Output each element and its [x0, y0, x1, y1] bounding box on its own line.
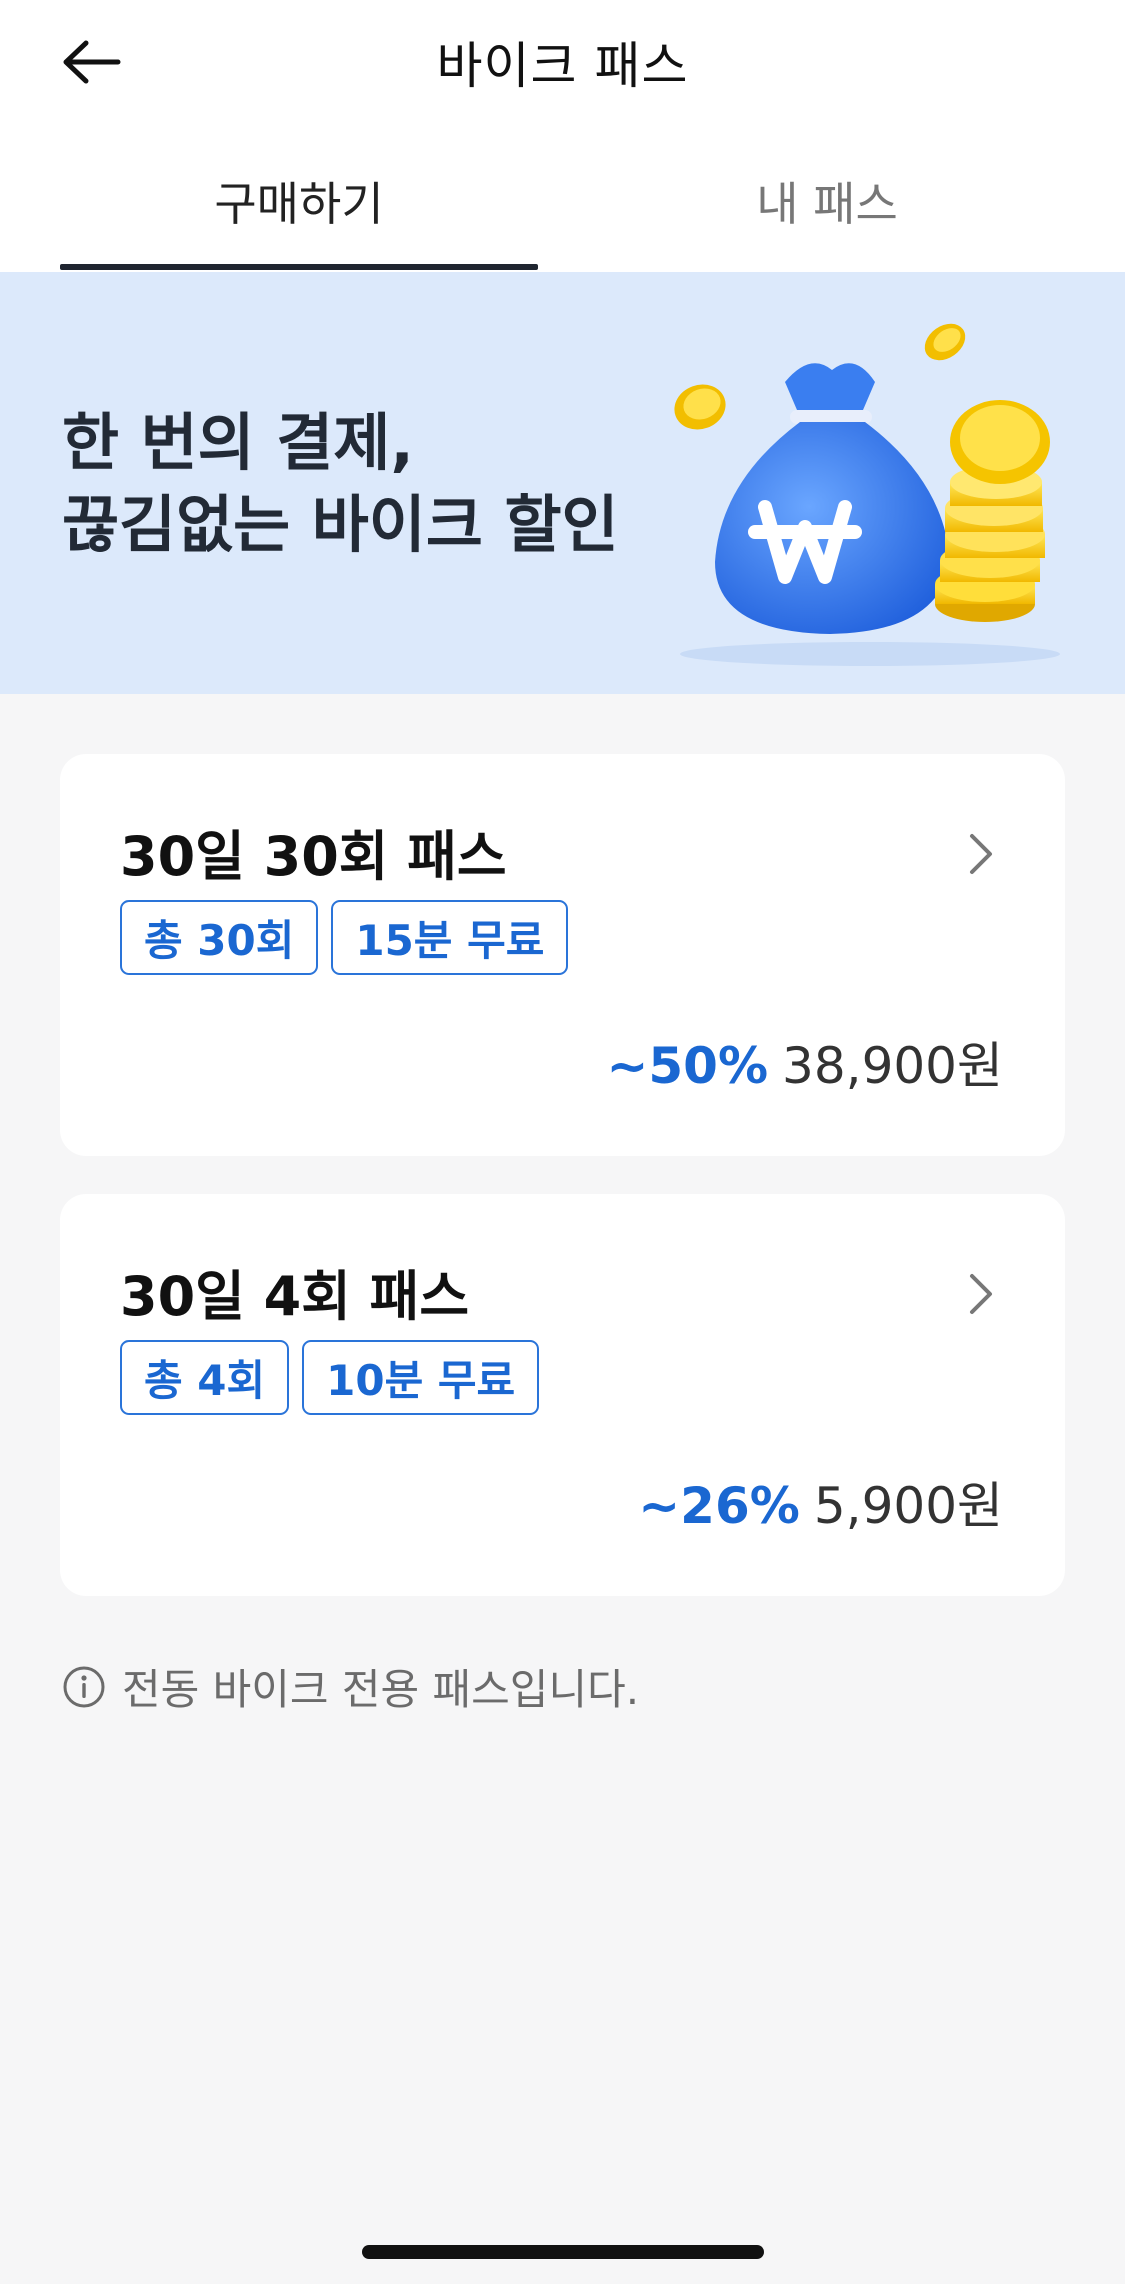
pass-price: 38,900원 — [782, 1037, 1003, 1095]
price-row: ~50% 38,900원 — [606, 1026, 1003, 1098]
tab-buy-label: 구매하기 — [214, 177, 384, 231]
discount-rate: ~26% — [638, 1477, 800, 1535]
banner-line-1: 한 번의 결제, — [62, 406, 414, 479]
info-icon — [63, 1666, 105, 1707]
promo-banner: 한 번의 결제, 끊김없는 바이크 할인 — [0, 272, 1125, 694]
pass-card-30day-30[interactable]: 30일 30회 패스 총 30회 15분 무료 ~50% 38,900원 — [60, 754, 1065, 1156]
banner-text: 한 번의 결제, 끊김없는 바이크 할인 — [62, 402, 619, 566]
money-bag-coins-icon — [674, 323, 1060, 666]
home-indicator — [362, 2245, 764, 2259]
tab-my-pass[interactable]: 내 패스 — [588, 160, 1066, 272]
pass-title: 30일 4회 패스 — [120, 1265, 470, 1328]
notice-text: 전동 바이크 전용 패스입니다. — [122, 1665, 640, 1714]
tag-total-count: 총 4회 — [120, 1340, 290, 1415]
tag-free-minutes: 15분 무료 — [331, 900, 569, 975]
tag-free-minutes: 10분 무료 — [302, 1340, 540, 1415]
price-row: ~26% 5,900원 — [638, 1466, 1003, 1538]
tag-total-count: 총 30회 — [120, 900, 319, 975]
discount-rate: ~50% — [606, 1037, 769, 1095]
chevron-right-icon — [970, 1274, 992, 1314]
pass-price: 5,900원 — [813, 1477, 1003, 1535]
pass-tags: 총 30회 15분 무료 — [120, 900, 569, 975]
notice: 전동 바이크 전용 패스입니다. — [62, 1656, 639, 1717]
tab-buy[interactable]: 구매하기 — [60, 160, 538, 272]
pass-tags: 총 4회 10분 무료 — [120, 1340, 540, 1415]
pass-title: 30일 30회 패스 — [120, 825, 507, 888]
app-header: 바이크 패스 구매하기 내 패스 — [0, 0, 1125, 272]
tab-my-pass-label: 내 패스 — [756, 177, 898, 231]
page-title: 바이크 패스 — [436, 37, 689, 95]
pass-card-30day-4[interactable]: 30일 4회 패스 총 4회 10분 무료 ~26% 5,900원 — [60, 1194, 1065, 1596]
banner-line-2: 끊김없는 바이크 할인 — [62, 488, 619, 561]
active-tab-indicator — [60, 264, 538, 270]
chevron-right-icon — [970, 834, 992, 874]
